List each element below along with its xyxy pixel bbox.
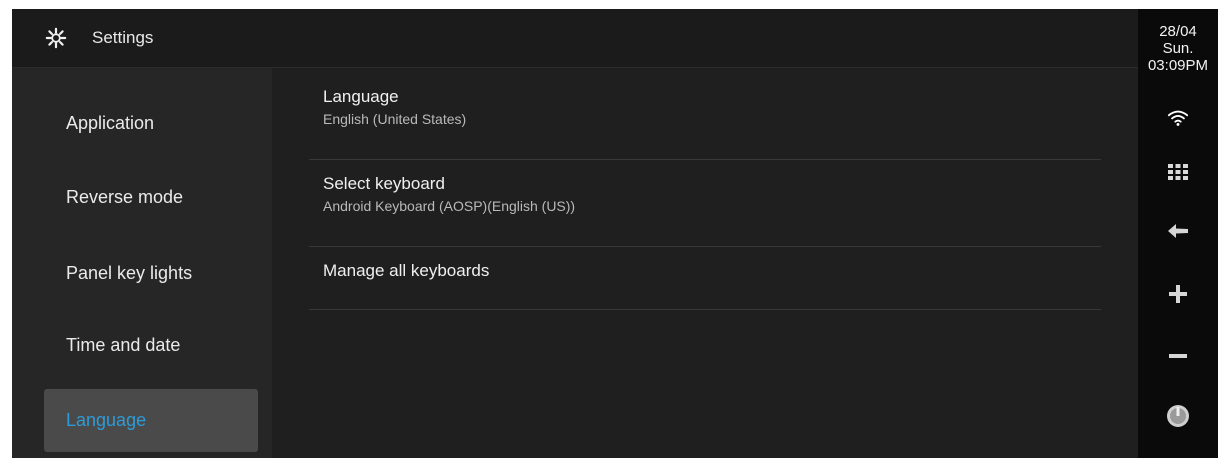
- sidebar-item-label: Time and date: [66, 335, 181, 355]
- volume-down-icon[interactable]: [1160, 338, 1196, 374]
- wifi-icon-glyph: [1167, 110, 1189, 126]
- gear-icon: [45, 27, 67, 49]
- select-keyboard-row[interactable]: Select keyboard Android Keyboard (AOSP)(…: [309, 174, 1101, 247]
- row-subtitle: Android Keyboard (AOSP)(English (US)): [323, 198, 576, 214]
- apps-grid-icon-glyph: [1168, 164, 1188, 180]
- row-title: Manage all keyboards: [323, 261, 490, 280]
- row-title: Select keyboard: [323, 174, 445, 193]
- volume-up-icon[interactable]: [1160, 276, 1196, 312]
- sidebar-item-label: Reverse mode: [66, 187, 184, 207]
- back-arrow-icon-glyph: [1168, 224, 1188, 238]
- sidebar-item-reverse-mode[interactable]: Reverse mode: [44, 166, 258, 229]
- power-knob-icon-glyph: [1167, 405, 1189, 427]
- sidebar-item-label: Application: [66, 113, 155, 133]
- wifi-icon[interactable]: [1160, 100, 1196, 136]
- clock: 28/04 Sun. 03:09PM: [1138, 23, 1218, 74]
- sidebar-item-label: Panel key lights: [66, 263, 193, 283]
- settings-screen: Settings Application Reverse mode Panel …: [12, 9, 1218, 458]
- language-row[interactable]: Language English (United States): [309, 87, 1101, 160]
- sidebar-item-panel-key-lights[interactable]: Panel key lights: [44, 242, 258, 305]
- row-subtitle: English (United States): [323, 111, 467, 127]
- sidebar-item-time-and-date[interactable]: Time and date: [44, 314, 258, 377]
- language-settings-panel: Language English (United States) Select …: [272, 68, 1138, 458]
- manage-all-keyboards-row[interactable]: Manage all keyboards: [309, 261, 1101, 310]
- time-text: 03:09PM: [1147, 57, 1209, 74]
- sidebar-item-label: Language: [66, 410, 147, 430]
- date-text: 28/04: [1159, 23, 1197, 40]
- day-text: Sun.: [1162, 40, 1194, 57]
- back-arrow-icon[interactable]: [1160, 213, 1196, 249]
- system-rail: 28/04 Sun. 03:09PM: [1138, 9, 1218, 458]
- sidebar: Application Reverse mode Panel key light…: [12, 68, 272, 458]
- row-title: Language: [323, 87, 399, 106]
- volume-down-icon-glyph: [1169, 354, 1187, 358]
- volume-up-icon-glyph: [1169, 285, 1187, 303]
- sidebar-item-language[interactable]: Language: [44, 389, 258, 452]
- title-bar: Settings: [12, 9, 1138, 68]
- apps-grid-icon[interactable]: [1160, 154, 1196, 190]
- power-knob-icon[interactable]: [1160, 398, 1196, 434]
- sidebar-item-application[interactable]: Application: [44, 92, 258, 155]
- page-title: Settings: [92, 28, 154, 47]
